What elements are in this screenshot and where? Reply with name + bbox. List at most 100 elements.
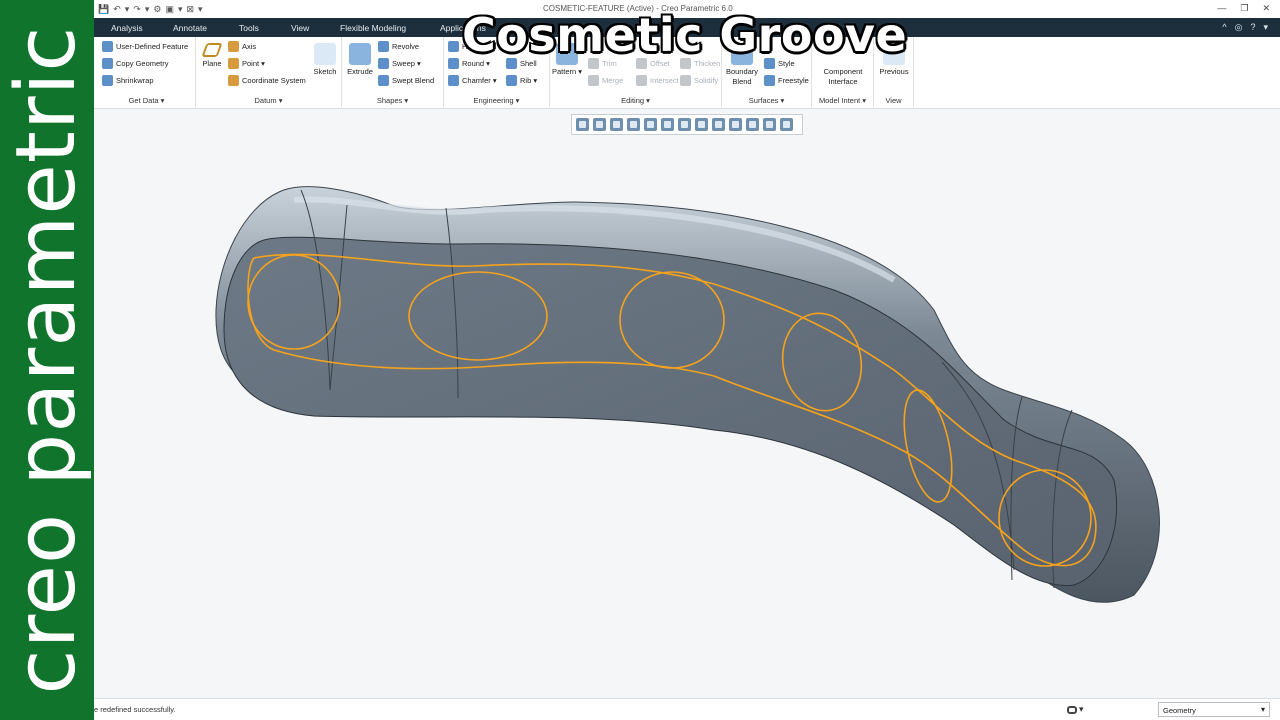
component-interface-label: Component Interface [823,67,863,86]
selection-filter-value: Geometry [1163,706,1196,715]
chevron-down-icon: ▾ [1260,705,1265,714]
sweep-button[interactable]: Sweep ▾ [378,58,421,69]
sweep-label: Sweep ▾ [392,59,421,68]
extrude-icon [349,43,371,65]
zoom-in-icon[interactable] [593,118,606,131]
collapse-ribbon-icon[interactable]: ^ [1222,22,1226,33]
windows-dropdown-icon[interactable]: ▾ [178,3,183,15]
plane-button[interactable]: Plane [200,43,224,69]
selection-filter-dropdown[interactable]: Geometry ▾ [1158,702,1270,717]
video-caption: Cosmetic Groove [461,7,908,63]
rib-label: Rib ▾ [520,76,538,85]
user-defined-feature-button[interactable]: User-Defined Feature [102,41,188,52]
axis-label: Axis [242,42,257,51]
windows-icon[interactable]: ▣ [165,3,174,15]
save-icon[interactable]: 💾 [98,3,109,15]
revolve-button[interactable]: Revolve [378,41,419,52]
minimize-icon[interactable]: — [1217,3,1226,14]
point-icon [228,58,239,69]
component-interface-button[interactable]: Component Interface [816,67,870,87]
restore-icon[interactable]: ❐ [1240,3,1248,14]
swept-blend-label: Swept Blend [392,76,435,85]
solidify-button[interactable]: Solidify [680,75,718,86]
section-icon[interactable] [712,118,725,131]
group-label-shapes[interactable]: Shapes ▾ [342,96,443,105]
udf-icon [102,41,113,52]
pattern-label: Pattern ▾ [551,67,583,76]
window-controls: — ❐ ✕ [1217,3,1270,14]
rib-button[interactable]: Rib ▾ [506,75,537,86]
perspective-icon[interactable] [695,118,708,131]
view-filters-icon[interactable] [780,118,793,131]
group-label-get-data[interactable]: Get Data ▾ [98,96,195,105]
copy-geometry-button[interactable]: Copy Geometry [102,58,169,69]
coordinate-system-label: Coordinate System [242,76,306,85]
shrinkwrap-label: Shrinkwrap [116,76,154,85]
zoom-out-icon[interactable] [610,118,623,131]
copy-geometry-label: Copy Geometry [116,59,169,68]
quick-access-toolbar: 💾 ↶ ▾ ↷ ▾ ⚙ ▣ ▾ ⊠ ▾ [98,3,203,15]
point-button[interactable]: Point ▾ [228,58,265,69]
group-label-editing[interactable]: Editing ▾ [550,96,721,105]
regenerate-icon[interactable]: ⚙ [153,3,161,15]
sketch-button[interactable]: Sketch [312,43,338,77]
close-icon[interactable]: ✕ [1262,3,1270,14]
display-style-icon[interactable] [644,118,657,131]
redo-dropdown-icon[interactable]: ▾ [145,3,150,15]
axis-button[interactable]: Axis [228,41,256,52]
plane-label: Plane [202,59,222,68]
cad-model[interactable] [94,110,1280,698]
help-icon[interactable]: ? [1250,22,1255,33]
spin-center-icon[interactable] [763,118,776,131]
saved-orientations-icon[interactable] [661,118,674,131]
freestyle-label: Freestyle [778,76,809,85]
group-label-surfaces[interactable]: Surfaces ▾ [722,96,811,105]
graphics-window[interactable] [94,110,1280,698]
help-dropdown-icon[interactable]: ▾ [1263,22,1268,33]
repaint-icon[interactable] [627,118,640,131]
redo-icon[interactable]: ↷ [133,3,141,15]
shrinkwrap-button[interactable]: Shrinkwrap [102,75,154,86]
datum-display-icon[interactable] [729,118,742,131]
group-label-engineering[interactable]: Engineering ▾ [444,96,549,105]
extrude-button[interactable]: Extrude [344,43,376,77]
chamfer-button[interactable]: Chamfer ▾ [448,75,497,86]
undo-icon[interactable]: ↶ [113,3,121,15]
brand-logo-text: creo parametric [0,25,94,695]
customize-qat-icon[interactable]: ▾ [198,3,203,15]
sketch-label: Sketch [313,67,337,76]
find-dropdown-icon: ▾ [1079,704,1084,714]
tab-tools[interactable]: Tools [239,23,259,33]
intersect-button[interactable]: Intersect [636,75,679,86]
close-window-icon[interactable]: ⊠ [187,3,195,15]
rib-icon [506,75,517,86]
merge-button[interactable]: Merge [588,75,623,86]
group-label-datum[interactable]: Datum ▾ [196,96,341,105]
group-label-model-intent[interactable]: Model Intent ▾ [812,96,873,105]
tab-flexible-modeling[interactable]: Flexible Modeling [340,23,406,33]
round-icon [448,58,459,69]
tab-annotate[interactable]: Annotate [173,23,207,33]
swept-blend-button[interactable]: Swept Blend [378,75,434,86]
coordinate-system-button[interactable]: Coordinate System [228,75,306,86]
freestyle-button[interactable]: Freestyle [764,75,809,86]
brand-strip: creo parametric [0,0,94,720]
view-manager-icon[interactable] [678,118,691,131]
tab-view[interactable]: View [291,23,309,33]
chamfer-label: Chamfer ▾ [462,76,497,85]
group-shapes: Extrude Revolve Sweep ▾ Swept Blend Shap… [342,37,444,107]
merge-icon [588,75,599,86]
refit-icon[interactable] [576,118,589,131]
coordinate-system-icon [228,75,239,86]
boundary-blend-label: Boundary Blend [725,67,759,86]
undo-dropdown-icon[interactable]: ▾ [125,3,130,15]
annotation-display-icon[interactable] [746,118,759,131]
pocket-face[interactable] [223,236,1118,586]
find-button[interactable]: ▾ [1067,702,1095,717]
point-label: Point ▾ [242,59,265,68]
group-get-data: User-Defined Feature Copy Geometry Shrin… [98,37,196,107]
revolve-icon [378,41,389,52]
merge-label: Merge [602,76,624,85]
tab-analysis[interactable]: Analysis [111,23,143,33]
learning-icon[interactable]: ◎ [1235,22,1243,33]
